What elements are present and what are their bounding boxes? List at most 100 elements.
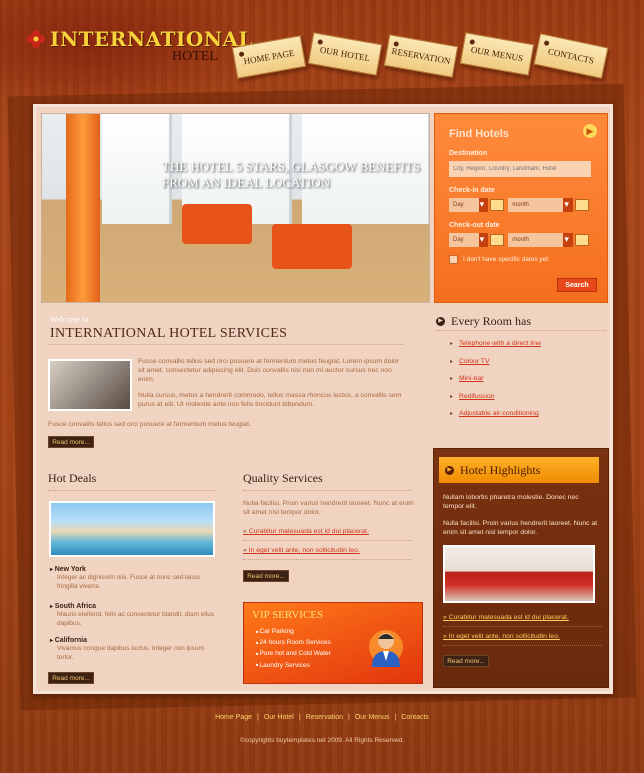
checkin-month-select[interactable]: month [508,198,564,212]
every-room-list: Telephone with a direct line Colour TV M… [450,340,541,428]
arrow-right-icon[interactable]: ▶ [583,124,597,138]
welcome-paragraph-2: Nulla cursus, metus a hendrerit commodo,… [138,392,402,408]
footer-link-reservation[interactable]: Reservation [306,714,343,721]
footer-separator: | [394,714,397,721]
footer-separator: | [348,714,350,721]
room-feature-link[interactable]: Mini-bar [450,375,541,382]
divider [243,559,411,560]
vip-services-box: VIP SERVICES Car Parking 24 hours Room S… [243,602,423,684]
dropdown-arrow-icon[interactable] [563,233,574,247]
deal-city-text: Vivamus congue dapibus luctus. Integer n… [57,645,204,661]
highlights-paragraph-1: Nullam lobortis pharetra molestie. Donec… [443,494,579,510]
divider [48,344,403,345]
hot-deals-read-more-button[interactable]: Read more... [48,672,94,684]
checkout-month-select[interactable]: month [508,233,564,247]
highlights-link-2[interactable]: In eget velit ante, non sollicitudin leo… [443,633,560,640]
vip-item: Car Parking [256,628,331,635]
quality-services-title: Quality Services [243,471,323,485]
room-feature-link[interactable]: Adjustable air-conditioning [450,410,541,417]
dropdown-arrow-icon[interactable] [478,233,489,247]
arrow-circle-icon: ▶ [445,465,454,475]
footer-link-our-hotel[interactable]: Our Hotel [264,714,294,721]
quality-services-text: Nulla facilisi. Proin varius hendrerit l… [243,500,414,516]
divider [443,626,601,627]
deal-city-name: South Africa [50,603,220,610]
concierge-person-icon [369,630,403,667]
hero-chair [182,204,252,244]
nav-our-hotel-label: OUR HOTEL [319,44,371,64]
quality-link-1[interactable]: Curabitur malesuada est id dui placerat. [243,528,369,535]
logo-subtitle: HOTEL [172,49,218,64]
highlights-room-image [443,545,595,603]
destination-label: Destination [449,150,488,157]
copyright: ©copyrights buytemplates.net 2009. All R… [239,737,405,744]
checkout-day-select[interactable]: Day [449,233,479,247]
hero-caption-line1: THE HOTEL 5 STARS, GLASGOW BENEFITS [162,159,421,174]
highlights-link-1[interactable]: Curabitur malesuada est id dui placerat. [443,614,569,621]
nav-our-menus[interactable]: OUR MENUS [459,32,535,76]
footer-separator: | [298,714,301,721]
calendar-icon[interactable] [575,199,589,211]
deal-new-york: New York Integer ac dignissim nisi. Fusc… [50,566,220,591]
hot-deals-title: Hot Deals [48,471,97,485]
find-hotels-title: Find Hotels [449,128,509,140]
hero-pillar [66,114,100,302]
nav-our-menus-label: OUR MENUS [470,44,524,64]
vip-item: Laundry Services [256,662,331,669]
calendar-icon[interactable] [490,234,505,246]
logo-title: INTERNATIONAL [50,27,254,51]
main-nav: HOME PAGE OUR HOTEL RESERVATION OUR MENU… [231,32,612,86]
room-feature-link[interactable]: Colour TV [450,358,541,365]
main-panel: THE HOTEL 5 STARS, GLASGOW BENEFITS FROM… [33,104,613,694]
dropdown-arrow-icon[interactable] [478,198,489,212]
quality-link-2[interactable]: In eget velit ante, non sollicitudin leo… [243,547,360,554]
divider [243,490,411,491]
vip-title: VIP SERVICES [252,609,324,621]
nav-contacts[interactable]: CONTACTS [533,33,609,79]
footer-link-our-menus[interactable]: Our Menus [355,714,390,721]
room-feature-link[interactable]: Redifussion [450,393,541,400]
footer-link-contacts[interactable]: Contacts [401,714,429,721]
dropdown-arrow-icon[interactable] [563,198,574,212]
welcome-title: INTERNATIONAL HOTEL SERVICES [50,326,288,341]
welcome-read-more-button[interactable]: Read more... [48,436,94,448]
checkbox-box[interactable] [449,255,458,264]
vip-item: Pure hot and Cold Water [256,650,331,657]
calendar-icon[interactable] [575,234,589,246]
no-dates-checkbox[interactable]: I don't have specific dates yet [449,255,593,264]
destination-input[interactable] [449,161,591,177]
nav-our-hotel[interactable]: OUR HOTEL [307,32,383,76]
calendar-icon[interactable] [490,199,505,211]
nav-contacts-label: CONTACTS [547,46,595,66]
nav-home-label: HOME PAGE [242,47,296,67]
find-hotels-panel: Find Hotels ▶ Destination Check-in date … [434,113,608,303]
checkout-row: Day month [449,233,593,247]
footer-separator: | [257,714,259,721]
highlights-read-more-button[interactable]: Read more... [443,655,489,667]
checkin-label: Check-in date [449,187,495,194]
no-dates-label: I don't have specific dates yet [463,256,549,263]
checkout-label: Check-out date [449,222,500,229]
welcome-paragraph-3: Fusce convallis tellus sed orci posuere … [48,421,251,428]
quality-read-more-button[interactable]: Read more... [243,570,289,582]
footer-link-home[interactable]: Home Page [215,714,252,721]
highlights-header: ▶ Hotel Highlights [439,457,599,483]
search-button[interactable]: Search [557,278,597,292]
deal-city-text: Integer ac dignissim nisi. Fusce at nunc… [57,574,201,590]
divider [443,645,601,646]
highlights-title: Hotel Highlights [460,462,541,477]
vip-list: Car Parking 24 hours Room Services Pure … [256,628,331,673]
footer-nav: Home Page | Our Hotel | Reservation | Our Menu… [0,714,644,721]
checkin-day-select[interactable]: Day [449,198,479,212]
flower-icon [27,30,45,48]
divider [48,490,216,491]
hero-caption-line2: FROM AN IDEAL LOCATION [162,175,331,190]
arrow-circle-icon: ▶ [436,317,445,326]
nav-reservation[interactable]: RESERVATION [383,34,459,78]
nav-reservation-label: RESERVATION [390,45,452,67]
hot-deals-pool-image [49,501,215,557]
nav-home[interactable]: HOME PAGE [231,35,307,79]
room-feature-link[interactable]: Telephone with a direct line [450,340,541,347]
deal-city-name: California [50,637,220,644]
divider [436,330,606,331]
